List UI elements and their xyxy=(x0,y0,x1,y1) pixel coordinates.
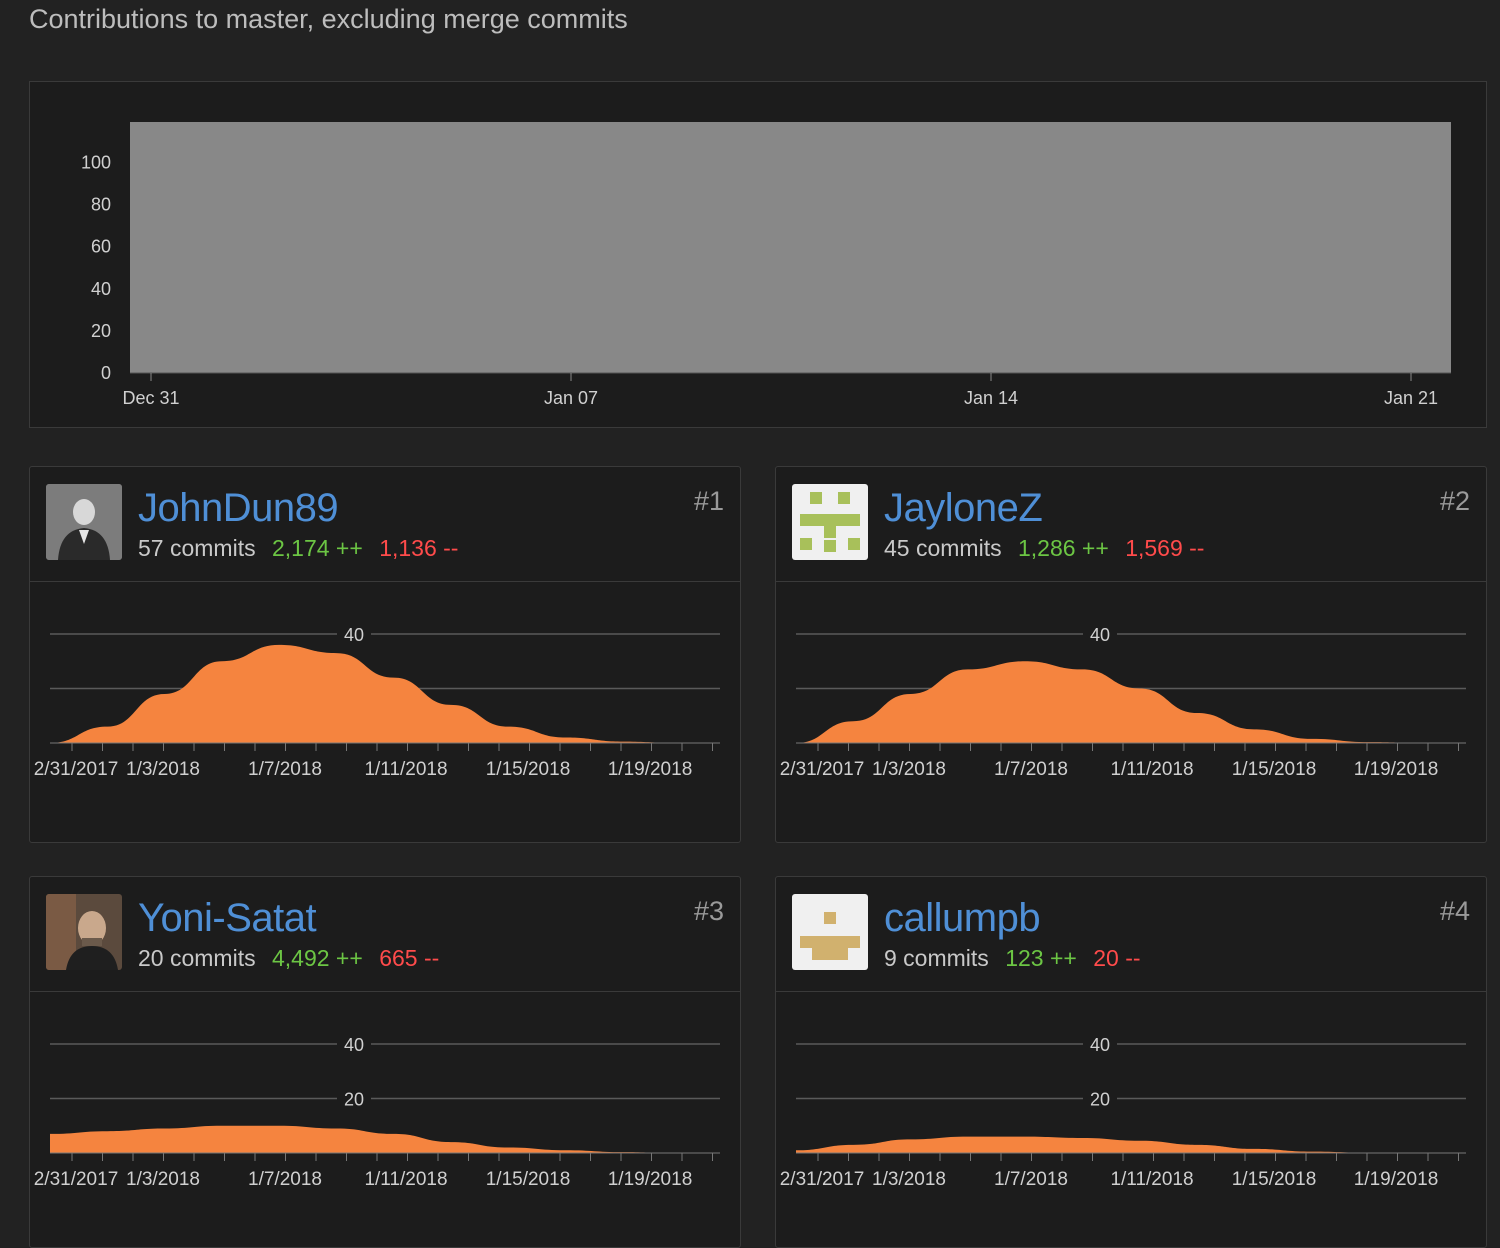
x-tick-label: Jan 07 xyxy=(544,388,598,408)
x-tick-label: 1/7/2018 xyxy=(248,1169,322,1190)
commit-area xyxy=(796,1136,1426,1153)
x-tick-label: 1/15/2018 xyxy=(1232,1169,1317,1190)
identicon-icon xyxy=(792,894,868,970)
contributor-card-1: JohnDun89 #1 57 commits 2,174 ++ 1,136 -… xyxy=(29,466,741,843)
y-tick-label: 40 xyxy=(344,625,364,645)
contributor-card-3: Yoni-Satat #3 20 commits 4,492 ++ 665 --… xyxy=(29,876,741,1248)
contributor-chart: 40 20 2/31/2017 1/3/2018 1/7/2018 1/11/2018 1/… xyxy=(34,1033,720,1190)
card-header: callumpb #4 9 commits 123 ++ 20 -- xyxy=(776,877,1486,992)
main-chart-svg: 0 20 40 60 80 100 Dec 31 Jan 07 Jan 14 Jan 21 xyxy=(81,122,1451,408)
x-tick-label: 2/31/2017 xyxy=(780,759,865,780)
contributor-chart: 40 20 2/31/2017 1/3/2018 1/7/2018 1/11/2018 1/… xyxy=(780,1033,1466,1190)
rank-label: #1 xyxy=(693,486,724,516)
x-tick-label: 1/11/2018 xyxy=(364,759,447,780)
rank-label: #4 xyxy=(1439,896,1470,926)
commit-count[interactable]: 20 commits xyxy=(138,945,256,971)
x-tick-label: 1/7/2018 xyxy=(248,759,322,780)
additions-count: 1,286 ++ xyxy=(1017,535,1109,561)
x-tick-label: Dec 31 xyxy=(122,388,179,408)
y-tick-label: 20 xyxy=(1090,1090,1110,1110)
x-tick-label: 2/31/2017 xyxy=(780,1169,865,1190)
x-tick-label: 1/15/2018 xyxy=(486,1169,571,1190)
card-header: Yoni-Satat #3 20 commits 4,492 ++ 665 -- xyxy=(30,877,740,992)
x-tick-label: 1/15/2018 xyxy=(486,759,571,780)
y-tick-label: 40 xyxy=(344,1035,364,1055)
identicon-icon xyxy=(792,484,868,560)
x-tick-label: 1/11/2018 xyxy=(1110,1169,1193,1190)
y-tick-label: 20 xyxy=(344,1090,364,1110)
main-contributions-chart: 0 20 40 60 80 100 Dec 31 Jan 07 Jan 14 Jan 21 xyxy=(29,81,1487,428)
card-header: JohnDun89 #1 57 commits 2,174 ++ 1,136 -… xyxy=(30,467,740,582)
x-tick-label: 1/7/2018 xyxy=(994,759,1068,780)
commit-count[interactable]: 57 commits xyxy=(138,535,256,561)
additions-count: 123 ++ xyxy=(1005,945,1077,971)
avatar[interactable] xyxy=(46,894,122,970)
x-tick-label: 2/31/2017 xyxy=(34,759,119,780)
contributor-stats: 45 commits 1,286 ++ 1,569 -- xyxy=(884,535,1214,562)
avatar[interactable] xyxy=(46,484,122,560)
username-link[interactable]: JayloneZ xyxy=(884,486,1043,531)
rank-label: #2 xyxy=(1439,486,1470,516)
username-link[interactable]: JohnDun89 xyxy=(138,486,339,531)
x-tick-label: 1/3/2018 xyxy=(872,1169,946,1190)
x-tick-label: 1/11/2018 xyxy=(364,1169,447,1190)
contributor-stats: 9 commits 123 ++ 20 -- xyxy=(884,945,1151,972)
rank-label: #3 xyxy=(693,896,724,926)
commit-area xyxy=(796,661,1426,743)
contributor-stats: 57 commits 2,174 ++ 1,136 -- xyxy=(138,535,468,562)
x-tick-label: Jan 14 xyxy=(964,388,1018,408)
avatar[interactable] xyxy=(792,894,868,970)
x-tick-label: 1/11/2018 xyxy=(1110,759,1193,780)
commit-count[interactable]: 45 commits xyxy=(884,535,1002,561)
additions-count: 2,174 ++ xyxy=(271,535,363,561)
y-tick-label: 100 xyxy=(81,153,111,173)
commit-count[interactable]: 9 commits xyxy=(884,945,989,971)
commit-area xyxy=(50,644,680,743)
y-tick-label: 80 xyxy=(91,195,111,215)
contributor-card-2: JayloneZ #2 45 commits 1,286 ++ 1,569 --… xyxy=(775,466,1487,843)
y-tick-label: 20 xyxy=(91,321,111,341)
deletions-count: 20 -- xyxy=(1093,945,1141,971)
username-link[interactable]: Yoni-Satat xyxy=(138,896,317,941)
card-header: JayloneZ #2 45 commits 1,286 ++ 1,569 -- xyxy=(776,467,1486,582)
y-tick-label: 0 xyxy=(101,363,111,383)
commit-area xyxy=(50,1125,680,1153)
additions-count: 4,492 ++ xyxy=(271,945,363,971)
y-tick-label: 40 xyxy=(1090,625,1110,645)
deletions-count: 665 -- xyxy=(379,945,440,971)
username-link[interactable]: callumpb xyxy=(884,896,1041,941)
deletions-count: 1,136 -- xyxy=(379,535,459,561)
x-tick-label: 1/19/2018 xyxy=(608,1169,693,1190)
avatar[interactable] xyxy=(792,484,868,560)
contributor-chart: 40 2/31/2017 1/3/2018 1/7/2018 1/11/2018 1/15… xyxy=(34,623,720,780)
x-tick-label: 1/3/2018 xyxy=(872,759,946,780)
x-tick-label: 1/19/2018 xyxy=(1354,1169,1439,1190)
photo-avatar-icon xyxy=(46,894,122,970)
x-tick-label: 1/7/2018 xyxy=(994,1169,1068,1190)
x-tick-label: 1/19/2018 xyxy=(608,759,693,780)
x-tick-label: 1/3/2018 xyxy=(126,759,200,780)
contributor-stats: 20 commits 4,492 ++ 665 -- xyxy=(138,945,449,972)
y-tick-label: 40 xyxy=(1090,1035,1110,1055)
page-subtitle: Contributions to master, excluding merge… xyxy=(29,4,628,34)
photo-avatar-icon xyxy=(46,484,122,560)
contributor-chart: 40 2/31/2017 1/3/2018 1/7/2018 1/11/2018 1/15… xyxy=(780,623,1466,780)
deletions-count: 1,569 -- xyxy=(1125,535,1205,561)
x-tick-label: 1/3/2018 xyxy=(126,1169,200,1190)
y-tick-label: 40 xyxy=(91,279,111,299)
y-tick-label: 60 xyxy=(91,237,111,257)
x-tick-label: 2/31/2017 xyxy=(34,1169,119,1190)
x-tick-label: 1/15/2018 xyxy=(1232,759,1317,780)
x-tick-label: 1/19/2018 xyxy=(1354,759,1439,780)
main-chart-area xyxy=(130,122,1451,373)
x-tick-label: Jan 21 xyxy=(1384,388,1438,408)
contributor-card-4: callumpb #4 9 commits 123 ++ 20 -- 40 20 2… xyxy=(775,876,1487,1248)
